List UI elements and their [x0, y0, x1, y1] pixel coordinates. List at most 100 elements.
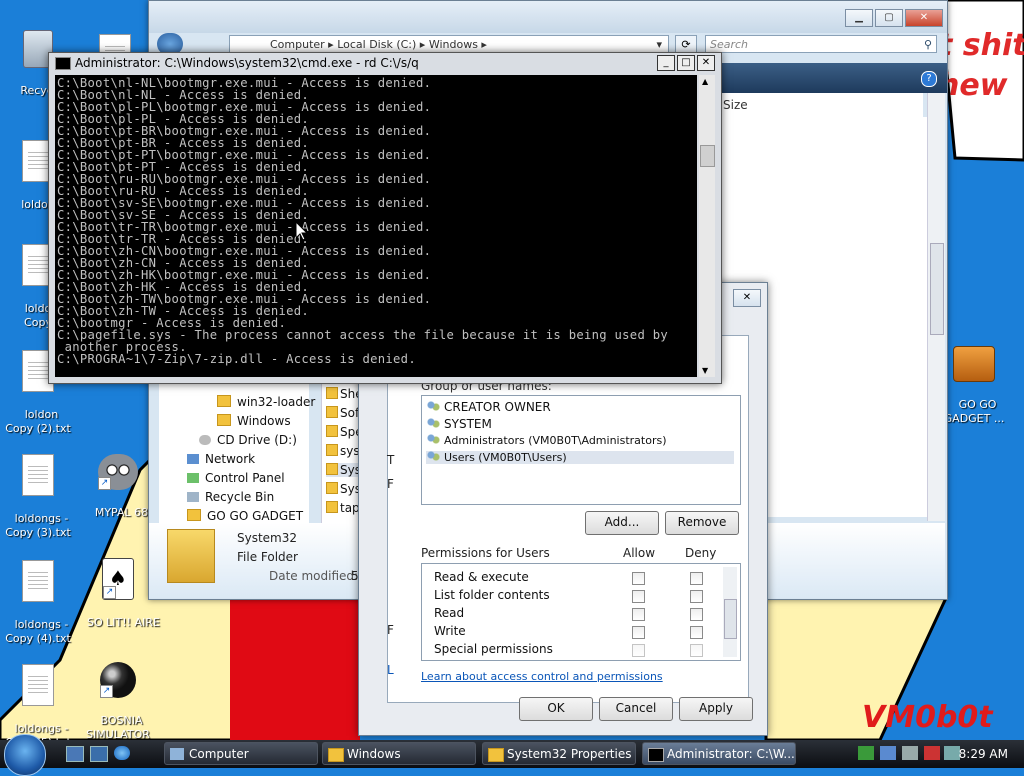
- nav-item-go-go-gadget[interactable]: GO GO GADGET: [187, 509, 303, 523]
- scrollbar-thumb[interactable]: [700, 145, 715, 167]
- allow-checkbox[interactable]: [632, 590, 645, 603]
- tray-volume-icon[interactable]: [902, 746, 918, 760]
- tray-network-icon[interactable]: [858, 746, 874, 760]
- nav-item-recycle-bin[interactable]: Recycle Bin: [187, 490, 274, 504]
- scroll-up-icon[interactable]: ▲: [702, 77, 708, 86]
- mouse-cursor-icon: [296, 222, 308, 240]
- deny-checkbox[interactable]: [690, 590, 703, 603]
- list-item-label: Users (VM0B0T\Users): [444, 451, 567, 464]
- close-button[interactable]: ✕: [905, 9, 943, 27]
- close-button[interactable]: ✕: [733, 289, 761, 307]
- network-icon: [187, 454, 199, 464]
- scrollbar-thumb[interactable]: [930, 243, 944, 335]
- shortcut-arrow-icon: ↗: [100, 685, 113, 698]
- minimize-button[interactable]: ▁: [845, 9, 873, 27]
- desktop-icon-solitaire[interactable]: ♠ ↗ SO LIT!! AIRE: [80, 530, 160, 630]
- nav-item-cd-drive[interactable]: CD Drive (D:): [199, 433, 297, 447]
- ok-button[interactable]: OK: [519, 697, 593, 721]
- deny-checkbox[interactable]: [690, 572, 703, 585]
- permission-row: Special permissions: [434, 642, 553, 656]
- taskbar-item-system32-properties[interactable]: System32 Properties: [482, 742, 636, 765]
- group-list[interactable]: CREATOR OWNER SYSTEM Administrators (VM0…: [421, 395, 741, 505]
- permission-row: Read: [434, 606, 465, 620]
- show-desktop-icon[interactable]: [66, 746, 84, 762]
- start-button[interactable]: [4, 734, 46, 776]
- text-file-icon: [22, 560, 54, 602]
- list-item[interactable]: Sys: [326, 482, 361, 496]
- explorer-titlebar[interactable]: [149, 1, 947, 33]
- deny-checkbox[interactable]: [690, 644, 703, 657]
- nav-item-network[interactable]: Network: [187, 452, 255, 466]
- desktop-icon-loldongs-copy-5[interactable]: loldongs - Copy (5).txt: [0, 636, 76, 750]
- deny-checkbox[interactable]: [690, 626, 703, 639]
- list-item[interactable]: Sys: [326, 463, 361, 477]
- list-item[interactable]: Sof: [326, 406, 359, 420]
- remove-button[interactable]: Remove: [665, 511, 739, 535]
- close-button[interactable]: ✕: [697, 55, 715, 71]
- console-line: C:\PROGRA~1\7-Zip\7-zip.dll - Access is …: [57, 352, 416, 366]
- search-input[interactable]: Search ⚲: [705, 35, 937, 53]
- taskbar-item-windows[interactable]: Windows: [322, 742, 476, 765]
- desktop-icon-loldongs-copy-3[interactable]: loldongs - Copy (3).txt: [0, 426, 76, 540]
- console-scrollbar[interactable]: ▲ ▼: [699, 75, 715, 377]
- console-output[interactable]: C:\Boot\nl-NL\bootmgr.exe.mui - Access i…: [55, 75, 697, 377]
- list-item-administrators[interactable]: Administrators (VM0B0T\Administrators): [426, 434, 667, 447]
- taskbar-item-cmd[interactable]: Administrator: C:\W...: [642, 742, 796, 765]
- folder-icon: [326, 387, 338, 399]
- list-item-users[interactable]: Users (VM0B0T\Users): [426, 451, 734, 464]
- allow-checkbox[interactable]: [632, 626, 645, 639]
- folder-icon: [217, 395, 231, 407]
- allow-checkbox[interactable]: [632, 644, 645, 657]
- apply-button[interactable]: Apply: [679, 697, 753, 721]
- cmd-title: Administrator: C:\Windows\system32\cmd.e…: [75, 56, 419, 70]
- breadcrumb-windows[interactable]: Windows: [429, 38, 478, 51]
- clock[interactable]: 8:29 AM: [959, 740, 1008, 768]
- minimize-button[interactable]: _: [657, 55, 675, 71]
- nav-item-windows[interactable]: Windows: [217, 414, 291, 428]
- permissions-scrollbar[interactable]: [723, 567, 737, 657]
- help-icon[interactable]: ?: [921, 71, 937, 87]
- switch-windows-icon[interactable]: [90, 746, 108, 762]
- nav-item-win32-loader[interactable]: win32-loader: [217, 395, 315, 409]
- allow-checkbox[interactable]: [632, 572, 645, 585]
- address-bar[interactable]: Computer ▸ Local Disk (C:) ▸ Windows ▸ ▾: [229, 35, 669, 53]
- tray-network-activity-icon[interactable]: [944, 746, 960, 760]
- folder-icon: [326, 425, 338, 437]
- cmd-titlebar[interactable]: Administrator: C:\Windows\system32\cmd.e…: [49, 53, 721, 73]
- breadcrumb-local-disk[interactable]: Local Disk (C:): [337, 38, 416, 51]
- tray-display-icon[interactable]: [880, 746, 896, 760]
- nav-label: Recycle Bin: [205, 490, 275, 504]
- watermark: VM0b0t: [862, 700, 993, 735]
- recycle-bin-icon: [187, 492, 199, 502]
- scroll-down-icon[interactable]: ▼: [702, 366, 708, 375]
- column-header-size[interactable]: Size: [721, 93, 923, 118]
- internet-explorer-icon[interactable]: [114, 746, 130, 760]
- search-icon[interactable]: ⚲: [924, 36, 932, 54]
- list-item-system[interactable]: SYSTEM: [426, 417, 492, 431]
- desktop-icon-loldongs-copy-4[interactable]: loldongs - Copy (4).txt: [0, 532, 76, 646]
- desktop-icon-mypal[interactable]: ↗ MYPAL 68: [80, 426, 156, 520]
- maximize-button[interactable]: □: [677, 55, 695, 71]
- briefcase-icon: [953, 346, 995, 382]
- side-letter: F: [387, 477, 394, 491]
- maximize-button[interactable]: ▢: [875, 9, 903, 27]
- folder-icon: [328, 748, 344, 762]
- list-item[interactable]: sys: [326, 444, 360, 458]
- cancel-button[interactable]: Cancel: [599, 697, 673, 721]
- cmd-icon: [648, 748, 664, 762]
- nav-item-control-panel[interactable]: Control Panel: [187, 471, 285, 485]
- vertical-scrollbar[interactable]: [927, 93, 945, 521]
- deny-checkbox[interactable]: [690, 608, 703, 621]
- mine-icon: ↗: [100, 662, 136, 698]
- scrollbar-thumb[interactable]: [724, 599, 737, 639]
- learn-more-link[interactable]: Learn about access control and permissio…: [421, 670, 663, 683]
- list-item-creator-owner[interactable]: CREATOR OWNER: [426, 400, 551, 414]
- tray-sound-muted-icon[interactable]: [924, 746, 940, 760]
- allow-header: Allow: [623, 546, 656, 560]
- taskbar-item-computer[interactable]: Computer: [164, 742, 318, 765]
- list-item[interactable]: tap: [326, 501, 360, 515]
- allow-checkbox[interactable]: [632, 608, 645, 621]
- breadcrumb-computer[interactable]: Computer: [270, 38, 325, 51]
- add-button[interactable]: Add...: [585, 511, 659, 535]
- desktop-icon-bosnia-simulator[interactable]: ↗ BOSNIA SIMULATOR: [80, 634, 156, 742]
